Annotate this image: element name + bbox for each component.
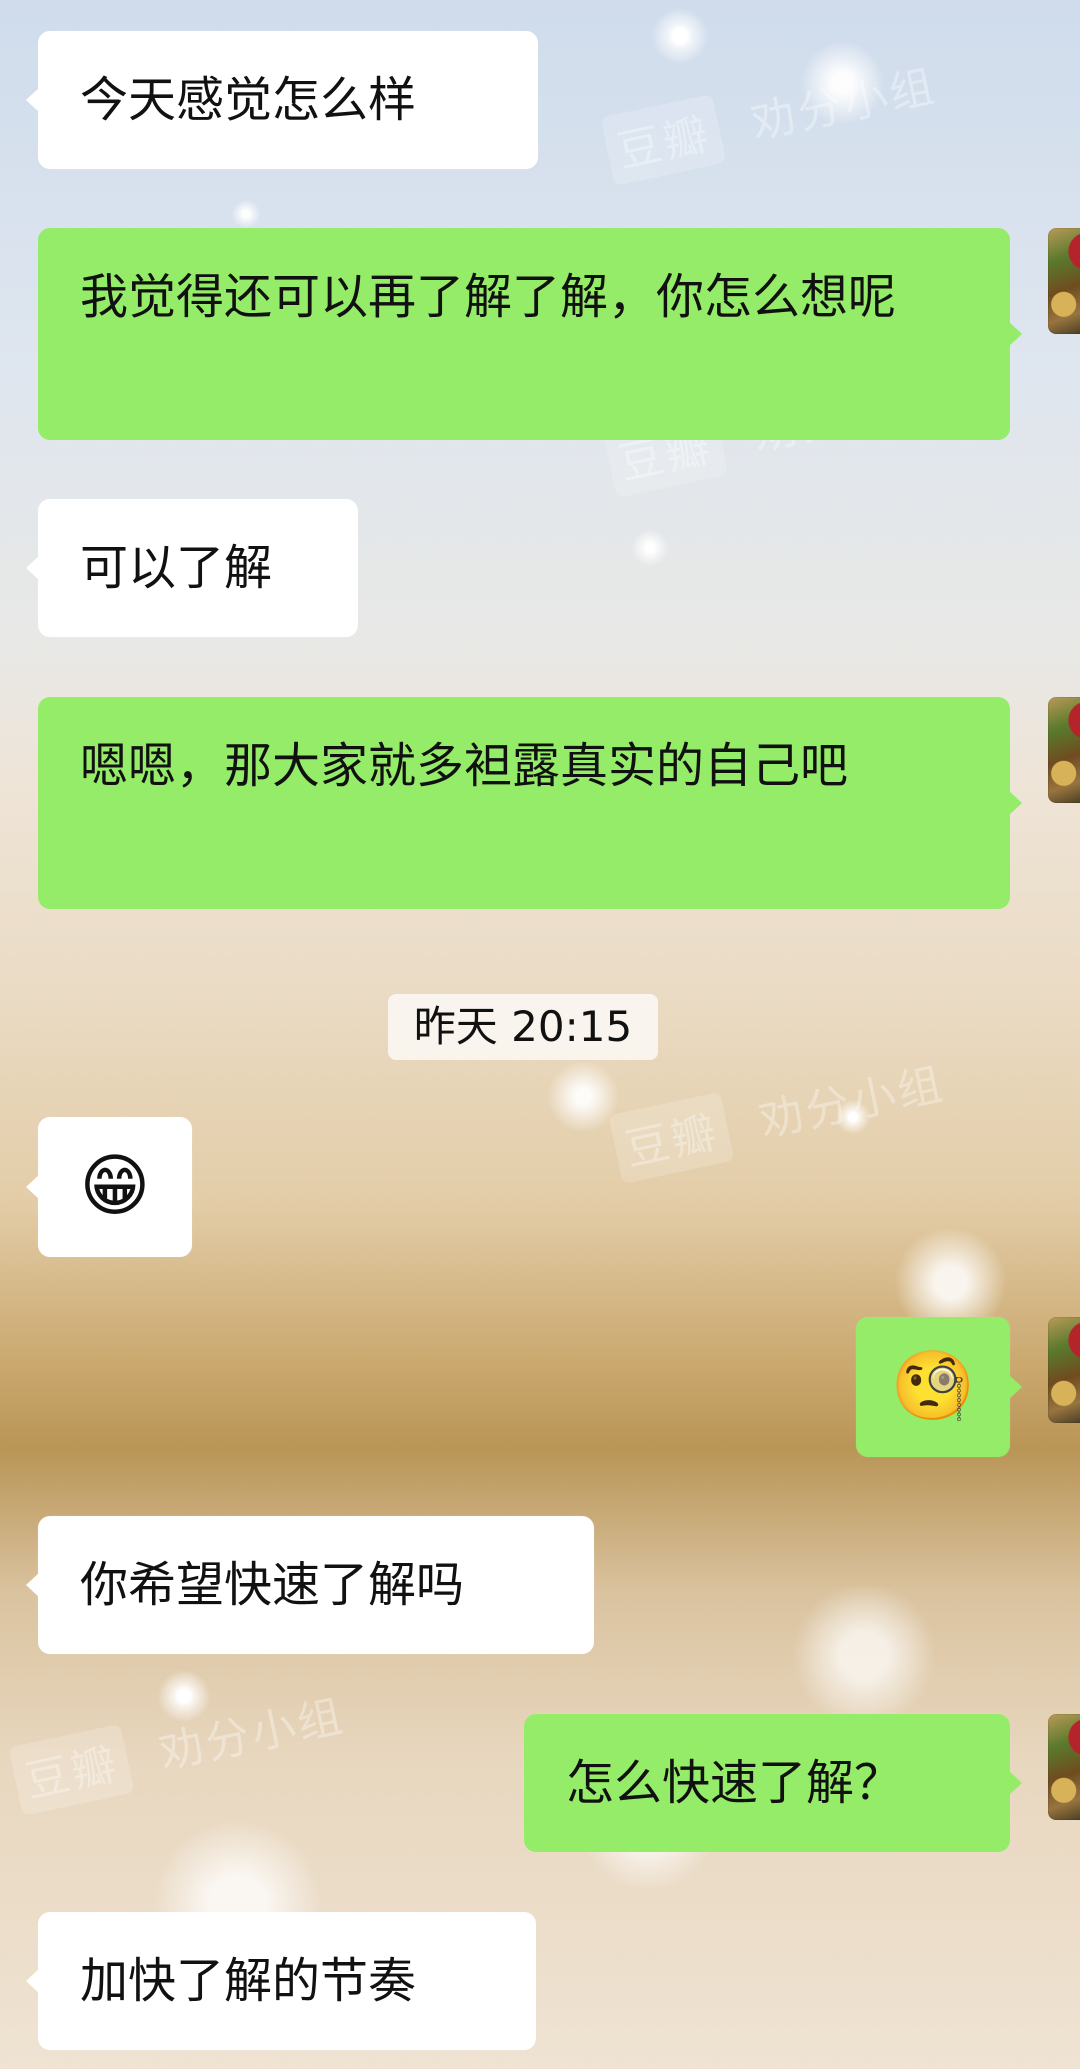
avatar[interactable] xyxy=(1048,1714,1080,1820)
message-bubble-incoming[interactable]: 你希望快速了解吗 xyxy=(38,1516,594,1654)
sparkle-icon xyxy=(652,8,708,64)
chat-screen: 豆瓣 劝分小组 豆瓣 劝分小组 豆瓣 劝分小组 豆瓣 劝分小组 豆瓣 劝分小组 … xyxy=(0,0,1080,2069)
message-text: 可以了解 xyxy=(80,540,273,596)
watermark-badge: 豆瓣 xyxy=(8,1723,135,1817)
message-text: 我觉得还可以再了解了解，你怎么想呢 xyxy=(80,269,897,325)
message-bubble-outgoing[interactable]: 嗯嗯，那大家就多袒露真实的自己吧 xyxy=(38,697,1010,909)
monocle-face-icon: 🧐 xyxy=(890,1347,976,1426)
message-bubble-incoming[interactable]: 加快了解的节奏 xyxy=(38,1912,536,2050)
avatar[interactable] xyxy=(1048,697,1080,803)
watermark-text: 劝分小组 xyxy=(754,1058,950,1148)
watermark-badge: 豆瓣 xyxy=(608,1091,735,1185)
sparkle-icon xyxy=(232,200,260,228)
message-text: 你希望快速了解吗 xyxy=(80,1557,465,1613)
message-text: 加快了解的节奏 xyxy=(80,1953,417,2009)
sparkle-icon xyxy=(158,1670,210,1722)
watermark: 豆瓣 劝分小组 xyxy=(608,1046,950,1185)
timestamp: 昨天 20:15 xyxy=(388,994,658,1060)
sparkle-icon xyxy=(836,1100,870,1134)
avatar[interactable] xyxy=(1048,1317,1080,1423)
message-text: 嗯嗯，那大家就多袒露真实的自己吧 xyxy=(80,738,849,794)
sparkle-icon xyxy=(632,530,668,566)
message-bubble-outgoing[interactable]: 我觉得还可以再了解了解，你怎么想呢 xyxy=(38,228,1010,440)
message-bubble-outgoing[interactable]: 怎么快速了解？ xyxy=(524,1714,1010,1852)
message-bubble-incoming[interactable]: 今天感觉怎么样 xyxy=(38,31,538,169)
message-text: 今天感觉怎么样 xyxy=(80,72,417,128)
watermark-badge: 豆瓣 xyxy=(600,93,727,187)
emoji-bubble-outgoing[interactable]: 🧐 xyxy=(856,1317,1010,1457)
message-text: 怎么快速了解？ xyxy=(566,1755,903,1811)
avatar[interactable] xyxy=(1048,228,1080,334)
watermark-text: 劝分小组 xyxy=(746,60,942,150)
watermark-text: 劝分小组 xyxy=(154,1690,350,1780)
message-bubble-incoming[interactable]: 可以了解 xyxy=(38,499,358,637)
emoji-bubble-incoming[interactable]: 😁 xyxy=(38,1117,192,1257)
watermark: 豆瓣 劝分小组 xyxy=(600,48,942,187)
grinning-face-icon: 😁 xyxy=(79,1147,151,1226)
watermark: 豆瓣 劝分小组 xyxy=(8,1678,350,1817)
